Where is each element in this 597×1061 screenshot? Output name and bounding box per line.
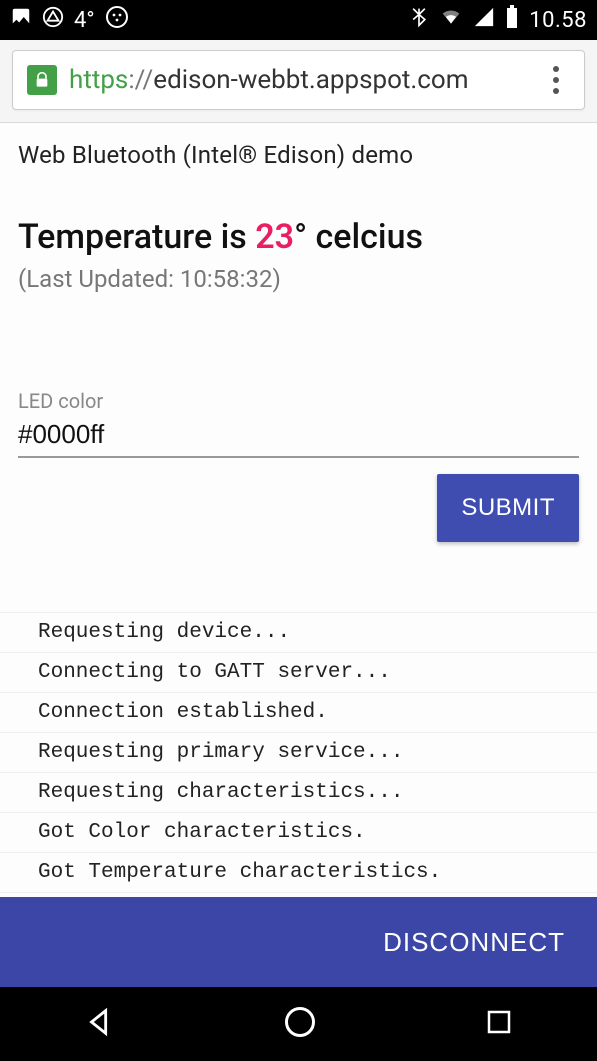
url-bar[interactable]: https://edison-webbt.appspot.com [12,50,585,110]
android-status-bar: 4° 10.58 [0,0,597,40]
page-subtitle: Web Bluetooth (Intel® Edison) demo [18,141,579,169]
led-color-input[interactable] [18,417,579,458]
log-item: Connection established. [0,693,597,733]
battery-icon [505,5,519,35]
log-item: Connecting to GATT server... [0,653,597,693]
browser-chrome: https://edison-webbt.appspot.com [0,40,597,123]
peak-icon [42,6,64,34]
log-item: Got Color characteristics. [0,813,597,853]
last-updated-text: (Last Updated: 10:58:32) [18,265,579,293]
lock-icon [27,65,57,95]
url-scheme: https [69,65,128,95]
url-text: https://edison-webbt.appspot.com [69,65,530,95]
disconnect-button[interactable]: DISCONNECT [383,927,565,958]
face-icon [105,5,129,35]
overflow-menu-icon[interactable] [542,66,570,94]
log-item: Got Temperature characteristics. [0,853,597,893]
android-nav-bar [0,987,597,1061]
temperature-value: 23 [255,217,294,257]
back-icon[interactable] [83,1005,117,1043]
log-item: Requesting primary service... [0,733,597,773]
temperature-prefix: Temperature is [18,217,255,257]
image-icon [10,6,32,34]
log-list: Requesting device... Connecting to GATT … [0,612,597,893]
home-icon[interactable] [282,1004,318,1044]
log-item: Requesting characteristics... [0,773,597,813]
temperature-suffix: ° celcius [294,217,423,257]
wifi-icon [439,7,463,33]
recents-icon[interactable] [484,1007,514,1041]
url-host: edison-webbt.appspot.com [153,65,468,95]
log-item: Requesting device... [0,613,597,653]
cell-signal-icon [473,6,495,34]
status-temperature: 4° [74,8,95,33]
led-color-label: LED color [18,389,579,413]
bluetooth-icon [409,5,429,35]
footer-bar: DISCONNECT [0,897,597,987]
url-separator: :// [128,65,153,95]
temperature-heading: Temperature is 23° celcius [18,217,579,257]
submit-button[interactable]: SUBMIT [437,474,579,542]
status-clock: 10.58 [529,8,587,33]
